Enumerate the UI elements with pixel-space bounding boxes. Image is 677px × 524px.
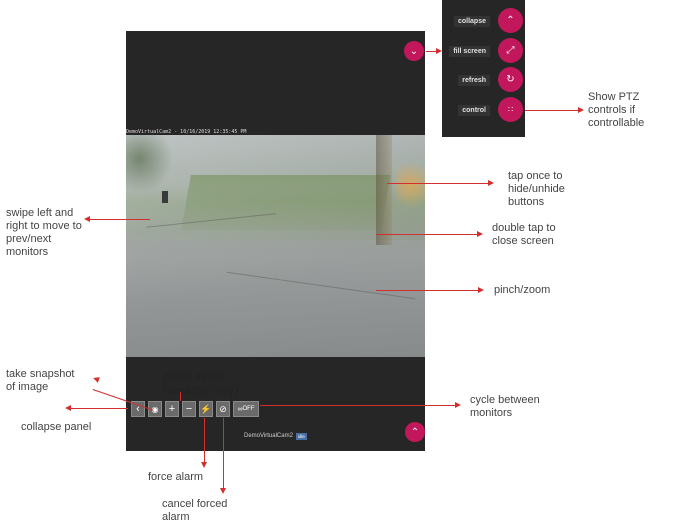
arrow-line bbox=[88, 219, 150, 220]
annotation-line: controllable bbox=[588, 117, 645, 129]
ptz-control-button[interactable]: ∷ bbox=[498, 97, 523, 122]
annotation-show-ptz: Show PTZ controls if controllable bbox=[588, 91, 644, 130]
cycle-monitors-button[interactable]: ∞ OFF bbox=[233, 401, 259, 417]
menu-toggle-button[interactable]: ⌄ bbox=[404, 41, 424, 61]
annotation-line: hide/unhide bbox=[508, 183, 565, 195]
trash-bin-image bbox=[162, 191, 168, 203]
annotation-zoom: zoom in/out (desktop only) bbox=[163, 369, 238, 397]
annotation-line: take snapshot bbox=[6, 368, 75, 380]
annotation-double-tap: double tap to close screen bbox=[492, 222, 556, 248]
cycle-state-label: OFF bbox=[242, 406, 255, 412]
annotation-line: buttons bbox=[508, 196, 545, 208]
arrow-head bbox=[92, 375, 100, 383]
refresh-icon: ↻ bbox=[506, 74, 515, 85]
sidewalk-image bbox=[126, 240, 425, 357]
annotation-line: alarm bbox=[162, 511, 190, 523]
arrow-head bbox=[478, 287, 484, 293]
arrow-head bbox=[488, 180, 494, 186]
refresh-button[interactable]: ↻ bbox=[498, 67, 523, 92]
fill-screen-button[interactable]: ⤢ bbox=[498, 38, 523, 63]
ptz-menu-panel: collapse ⌃ fill screen ⤢ refresh ↻ contr… bbox=[442, 0, 525, 137]
bush-image bbox=[126, 135, 171, 195]
arrow-head bbox=[220, 488, 226, 494]
annotation-line: cycle between bbox=[470, 394, 540, 406]
lightning-icon: ⚡ bbox=[200, 403, 212, 414]
pole-image bbox=[376, 135, 392, 245]
arrow-line bbox=[204, 418, 205, 464]
zoom-out-button[interactable]: − bbox=[182, 401, 196, 417]
arrow-head bbox=[578, 107, 584, 113]
menu-label-refresh: refresh bbox=[458, 75, 490, 86]
arrow-line bbox=[376, 290, 480, 291]
cancel-alarm-button[interactable]: ⊘ bbox=[216, 401, 230, 417]
annotation-line: (desktop only) bbox=[163, 383, 239, 397]
annotation-line: cancel forced bbox=[162, 498, 228, 510]
chevron-up-icon: ⌃ bbox=[410, 426, 420, 438]
menu-label-control: control bbox=[458, 105, 490, 116]
annotation-line: double tap to bbox=[492, 222, 556, 234]
annotation-line: Show PTZ bbox=[588, 91, 640, 103]
arrow-head bbox=[65, 405, 71, 411]
annotation-collapse-panel: collapse panel bbox=[21, 421, 92, 433]
annotation-line: right to move to bbox=[6, 220, 82, 232]
annotation-line: of image bbox=[6, 381, 49, 393]
arrow-head bbox=[84, 216, 90, 222]
arrow-line bbox=[180, 392, 181, 401]
monitor-name: DemoVirtualCam2 bbox=[244, 433, 293, 439]
cancel-icon: ⊘ bbox=[219, 403, 227, 414]
annotation-snapshot: take snapshot of image bbox=[6, 368, 75, 394]
annotation-tap-once: tap once to hide/unhide buttons bbox=[508, 170, 565, 209]
monitor-label: DemoVirtualCam2 idle bbox=[244, 431, 307, 441]
annotation-cancel-alarm: cancel forced alarm bbox=[162, 498, 227, 524]
arrow-head bbox=[201, 462, 207, 468]
chevron-up-icon: ⌃ bbox=[506, 15, 515, 26]
zoom-in-button[interactable]: + bbox=[165, 401, 179, 417]
annotation-pinch: pinch/zoom bbox=[494, 284, 551, 296]
arrow-line bbox=[70, 408, 128, 409]
annotation-line: swipe left and bbox=[6, 207, 74, 219]
collapse-button[interactable]: ⌃ bbox=[498, 8, 523, 33]
annotation-force-alarm: force alarm bbox=[148, 471, 204, 483]
arrow-line bbox=[223, 418, 224, 490]
menu-label-collapse: collapse bbox=[453, 16, 490, 27]
arrow-head bbox=[477, 231, 483, 237]
ptz-control-icon: ∷ bbox=[507, 105, 514, 114]
menu-label-fill-screen: fill screen bbox=[449, 46, 490, 57]
arrow-line bbox=[260, 405, 457, 406]
arrow-head bbox=[436, 48, 442, 54]
expand-icon: ⤢ bbox=[506, 45, 515, 56]
camera-feed[interactable] bbox=[126, 135, 425, 357]
arrow-line bbox=[387, 183, 491, 184]
light-glow-image bbox=[396, 155, 425, 215]
annotation-swipe: swipe left and right to move to prev/nex… bbox=[6, 207, 82, 259]
annotation-line: controls if bbox=[588, 104, 636, 116]
status-badge: idle bbox=[295, 432, 307, 440]
annotation-cycle: cycle between monitors bbox=[470, 394, 540, 420]
annotation-line: monitors bbox=[6, 246, 49, 258]
annotation-line: tap once to bbox=[508, 170, 563, 182]
minus-icon: − bbox=[185, 403, 193, 415]
arrow-line bbox=[376, 234, 479, 235]
force-alarm-button[interactable]: ⚡ bbox=[199, 401, 213, 417]
annotation-line: prev/next bbox=[6, 233, 52, 245]
arrow-head bbox=[455, 402, 461, 408]
chevron-down-icon: ⌄ bbox=[409, 45, 419, 57]
annotation-line: close screen bbox=[492, 235, 554, 247]
lawn-image bbox=[181, 175, 391, 230]
plus-icon: + bbox=[168, 403, 176, 415]
expand-panel-button[interactable]: ⌃ bbox=[405, 422, 425, 442]
annotation-line: zoom in/out bbox=[163, 369, 226, 383]
annotation-line: monitors bbox=[470, 407, 513, 419]
arrow-line bbox=[525, 110, 582, 111]
